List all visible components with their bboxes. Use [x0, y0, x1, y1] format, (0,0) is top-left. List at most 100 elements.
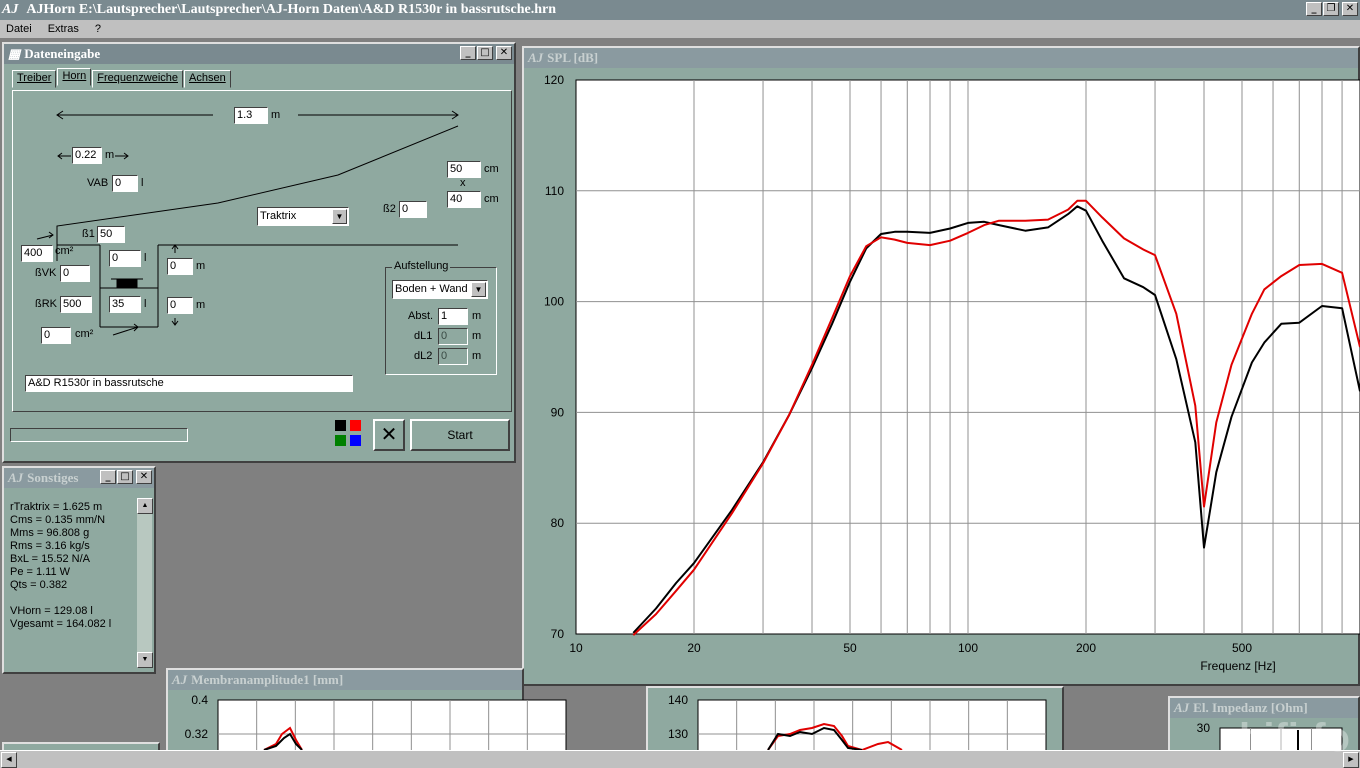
chevron-down-icon[interactable]: ▼: [471, 282, 486, 297]
tab-horn[interactable]: Horn: [57, 68, 92, 86]
mouth-height-input[interactable]: 40: [447, 191, 481, 208]
app-window-controls: _ ❐ ✕: [1306, 2, 1358, 16]
list-item: VHorn = 129.08 l: [10, 605, 93, 617]
menu-extras[interactable]: Extras: [46, 23, 81, 35]
app-titlebar: AJ AJHorn E:\Lautsprecher\Lautsprecher\AJ…: [0, 0, 1360, 20]
color-blue-swatch[interactable]: [350, 435, 361, 446]
list-item: Rms = 3.16 kg/s: [10, 540, 90, 552]
list-item: Pe = 1.11 W: [10, 566, 71, 578]
horn-length-unit: m: [271, 109, 281, 121]
horn-length-input[interactable]: 1.3: [234, 107, 268, 124]
tab-frequenzweiche[interactable]: Frequenzweiche: [92, 70, 183, 88]
close-icon[interactable]: ✕: [496, 46, 512, 60]
sonstiges-scrollbar[interactable]: ▲ ▼: [136, 498, 153, 668]
aj-logo-icon: AJ: [8, 470, 24, 485]
dl1-input: 0: [438, 328, 468, 345]
beta2-input[interactable]: 0: [399, 201, 427, 218]
membran-caption[interactable]: AJ Membranamplitude1 [mm]: [168, 670, 522, 690]
progress-bar: [10, 428, 188, 442]
dl2-unit: m: [472, 350, 482, 362]
sonstiges-caption[interactable]: AJ Sonstiges _ □ ✕: [4, 468, 154, 488]
color-red-swatch[interactable]: [350, 420, 361, 431]
color-green-swatch[interactable]: [335, 435, 346, 446]
aj-logo-icon: AJ: [1174, 700, 1190, 715]
chevron-down-icon[interactable]: ▼: [332, 209, 347, 224]
mdi-horizontal-scrollbar[interactable]: ◀ ▶: [0, 750, 1360, 768]
brk-input[interactable]: 500: [60, 296, 92, 313]
beta2-label: ß2: [383, 203, 396, 215]
minimize-icon[interactable]: _: [1306, 2, 1322, 16]
aj-logo-icon: AJ: [172, 672, 188, 687]
close-icon[interactable]: ✕: [136, 470, 152, 484]
offset-bottom-input[interactable]: 0: [167, 297, 193, 314]
project-name-input[interactable]: A&D R1530r in bassrutsche: [25, 375, 353, 392]
offset-top-input[interactable]: 0: [167, 258, 193, 275]
maximize-icon[interactable]: □: [117, 470, 133, 484]
rk-volume-input[interactable]: 35: [109, 296, 141, 313]
cancel-button[interactable]: ✕: [373, 419, 405, 451]
x-axis-label: Frequenz [Hz]: [1200, 659, 1275, 673]
y-tick-label: 0.32: [185, 727, 209, 741]
profile-value: Traktrix: [260, 210, 297, 222]
list-item: Vgesamt = 164.082 l: [10, 618, 112, 630]
scroll-up-icon[interactable]: ▲: [137, 498, 153, 514]
throat-area-input[interactable]: 400: [21, 245, 53, 262]
tab-achsen[interactable]: Achsen: [184, 70, 231, 88]
sonstiges-list: rTraktrix = 1.625 m Cms = 0.135 mm/N Mms…: [10, 501, 111, 631]
offset-top-unit: m: [196, 260, 206, 272]
menu-datei[interactable]: Datei: [4, 23, 34, 35]
spl-chart: 70 80 90 100 110 120 10 20 50 100 200 500 Frequenz […: [544, 73, 1360, 673]
x-tick-label: 200: [1076, 641, 1096, 655]
bvk-label: ßVK: [35, 267, 57, 279]
dateneingabe-window: ▦ Dateneingabe _ □ ✕ Treiber Horn Frequen…: [2, 42, 516, 463]
y-tick-label: 80: [551, 516, 565, 530]
mouth-height-unit: cm: [484, 193, 499, 205]
sonstiges-window: AJ Sonstiges _ □ ✕ rTraktrix = 1.625 m Cm…: [2, 466, 156, 674]
impedanz-title: El. Impedanz [Ohm]: [1193, 700, 1308, 715]
placement-select[interactable]: Boden + Wand ▼: [392, 280, 488, 299]
scroll-left-icon[interactable]: ◀: [1, 752, 17, 768]
plot-area: [697, 699, 1047, 750]
dl1-unit: m: [472, 330, 482, 342]
close-icon[interactable]: ✕: [1342, 2, 1358, 16]
app-title: AJHorn E:\Lautsprecher\Lautsprecher\AJ-H…: [26, 2, 557, 17]
mouth-width-unit: cm: [484, 163, 499, 175]
color-picker[interactable]: [335, 420, 365, 450]
start-button[interactable]: Start: [410, 419, 510, 451]
watermark: hifi-fo: [1238, 716, 1350, 760]
vk-volume-input[interactable]: 0: [109, 250, 141, 267]
y-tick-label: 130: [668, 727, 688, 741]
spl-caption[interactable]: AJ SPL [dB]: [524, 48, 1358, 68]
y-tick-label: 100: [544, 295, 564, 309]
dateneingabe-caption[interactable]: ▦ Dateneingabe _ □ ✕: [4, 44, 514, 64]
port-area-input[interactable]: 0: [41, 327, 71, 344]
minimize-icon[interactable]: _: [100, 470, 116, 484]
menu-help[interactable]: ?: [93, 23, 103, 35]
placement-value: Boden + Wand: [395, 283, 468, 295]
tab-strip: Treiber Horn Frequenzweiche Achsen: [12, 68, 232, 88]
plot-area: [217, 699, 567, 750]
times-label: x: [460, 177, 466, 189]
window-grid-icon: ▦: [8, 46, 21, 61]
velocity-chart: 140 130: [668, 693, 1047, 750]
impedanz-caption[interactable]: AJ El. Impedanz [Ohm]: [1170, 698, 1358, 718]
beta1-input[interactable]: 50: [97, 226, 125, 243]
bvk-input[interactable]: 0: [60, 265, 90, 282]
x-tick-label: 10: [569, 641, 583, 655]
abst-input[interactable]: 1: [438, 308, 468, 325]
tab-treiber[interactable]: Treiber: [12, 70, 57, 88]
dl2-label: dL2: [414, 350, 433, 362]
vab-label: VAB: [87, 177, 109, 189]
aufstellung-title: Aufstellung: [392, 260, 451, 272]
app-logo-icon: AJ: [2, 2, 19, 17]
profile-select[interactable]: Traktrix ▼: [257, 207, 349, 226]
scroll-down-icon[interactable]: ▼: [137, 652, 153, 668]
color-black-swatch[interactable]: [335, 420, 346, 431]
y-tick-label: 70: [551, 627, 565, 641]
maximize-icon[interactable]: □: [477, 46, 493, 60]
restore-icon[interactable]: ❐: [1323, 2, 1339, 16]
vab-input[interactable]: 0: [112, 175, 138, 192]
list-item: rTraktrix = 1.625 m: [10, 501, 103, 513]
throat-length-input[interactable]: 0.22: [72, 147, 102, 164]
minimize-icon[interactable]: _: [460, 46, 476, 60]
